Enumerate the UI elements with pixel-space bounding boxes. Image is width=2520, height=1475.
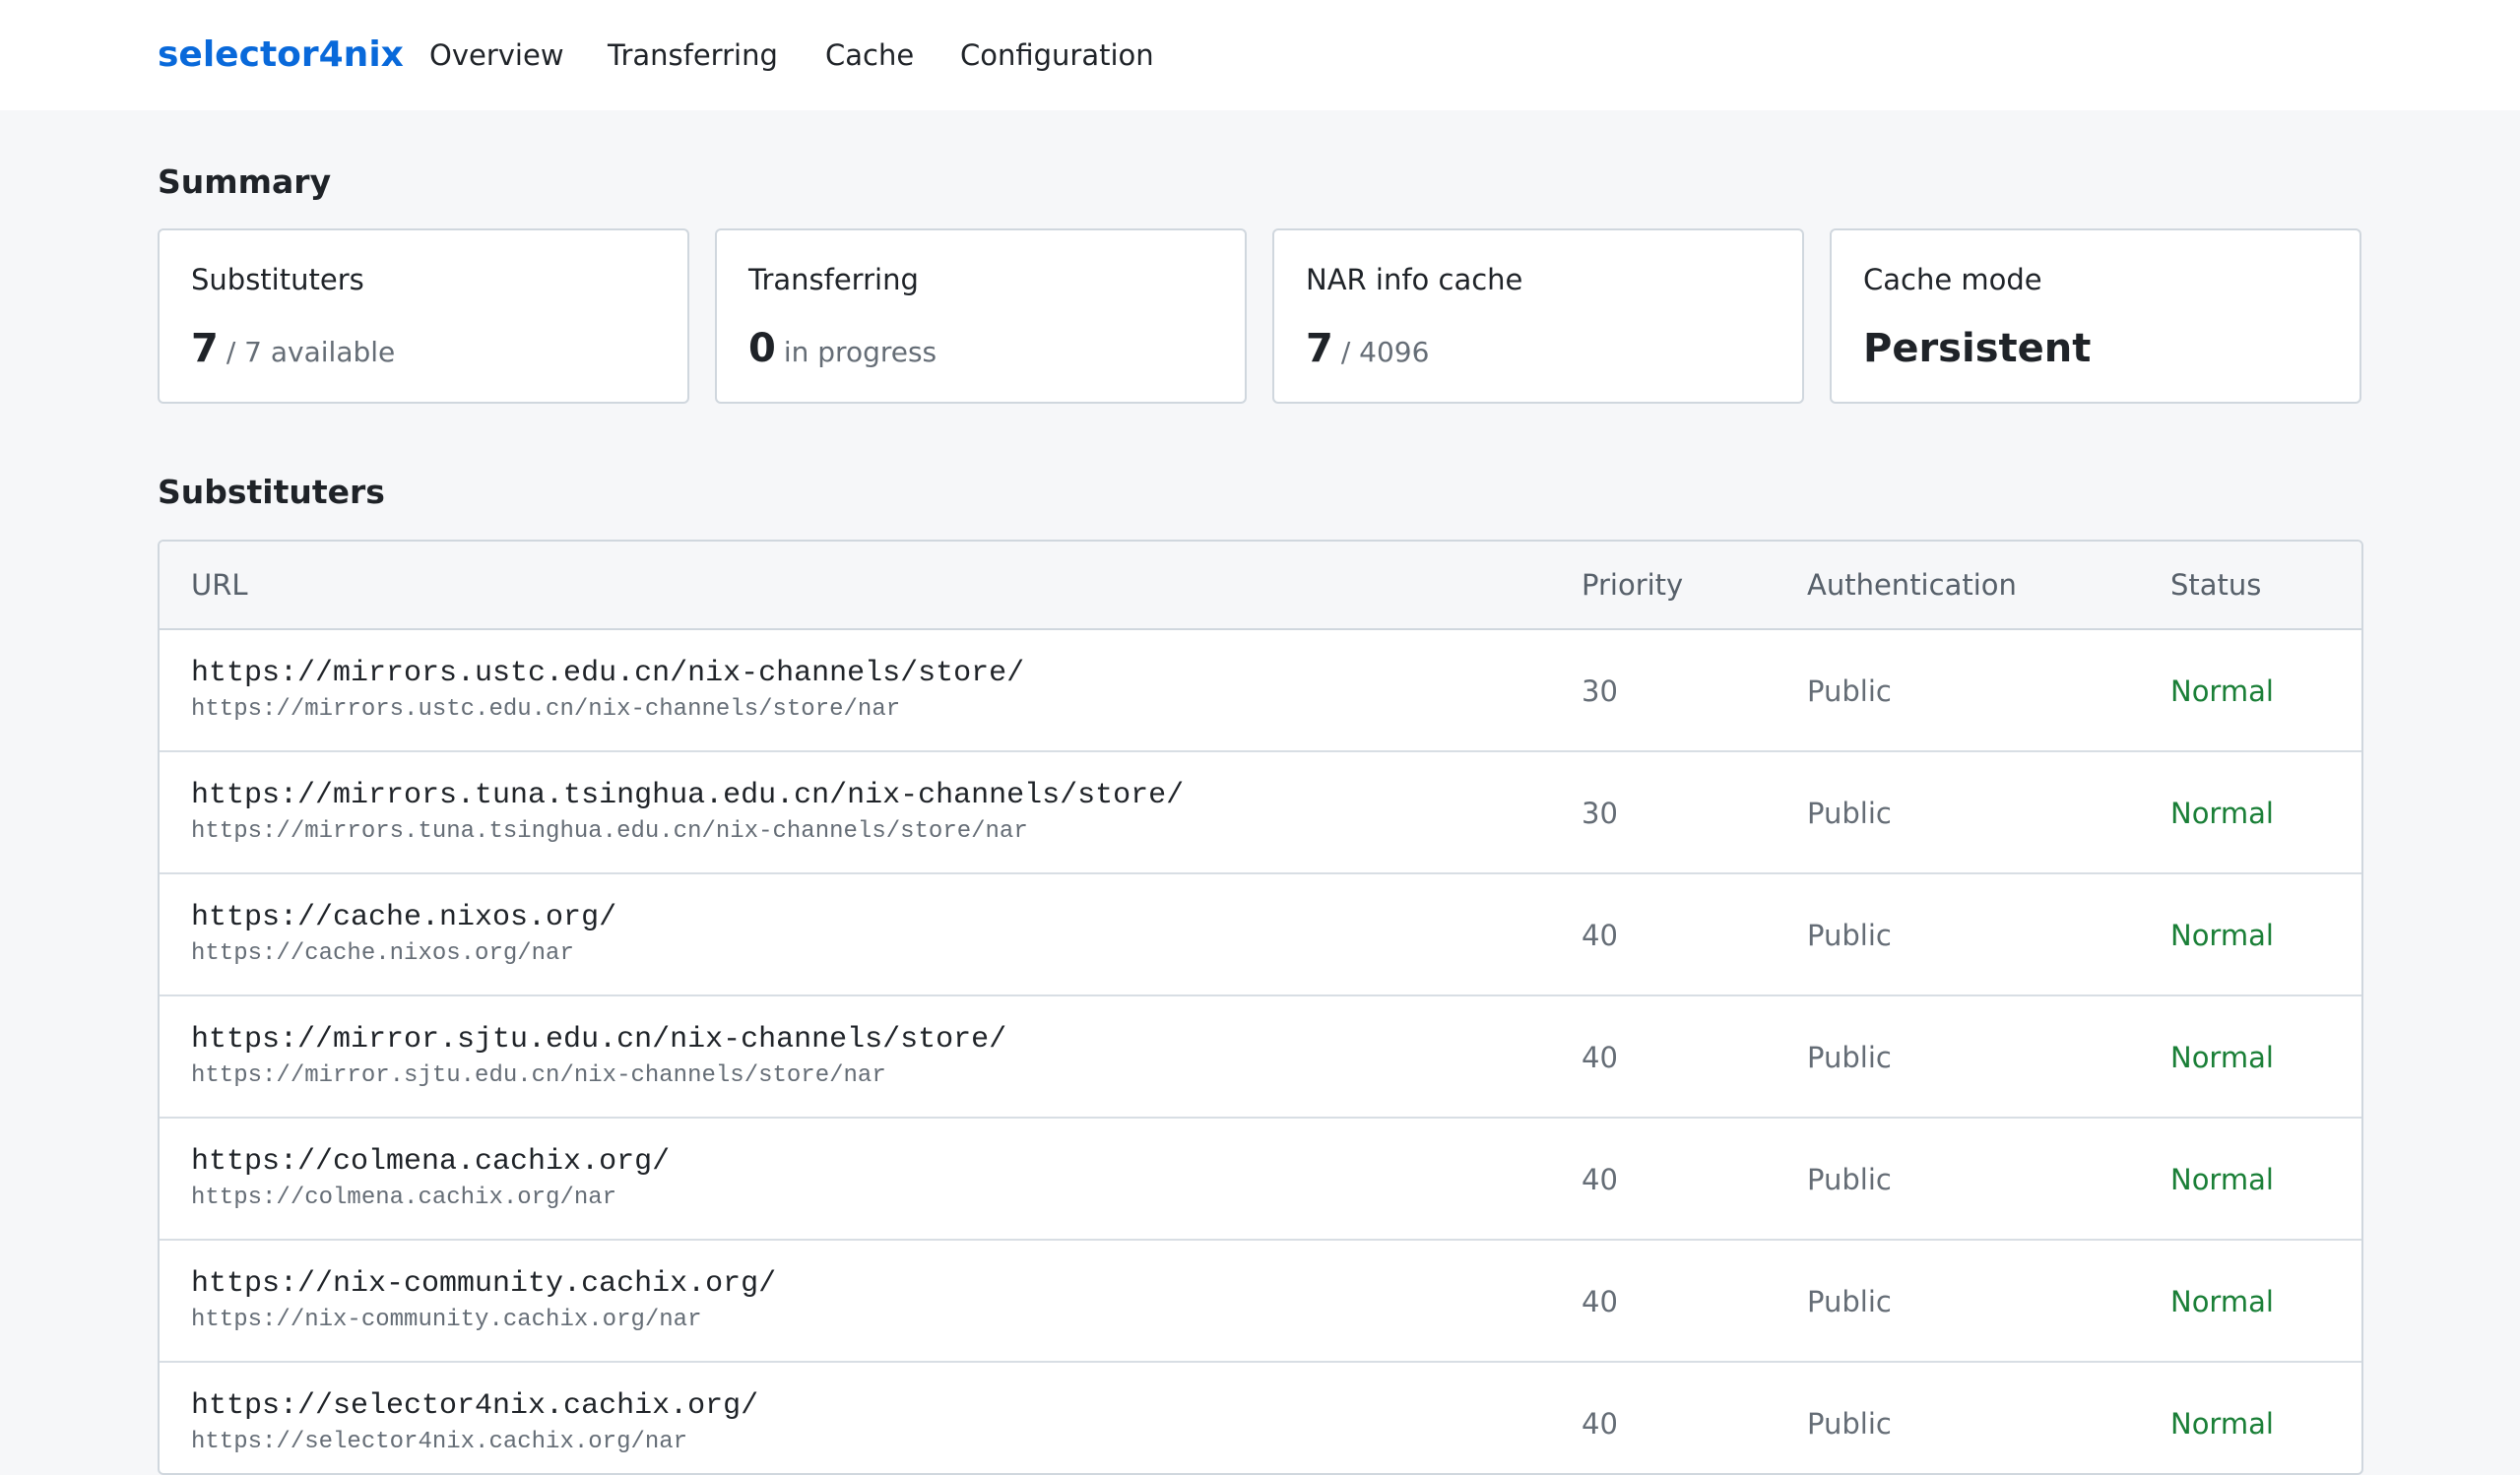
nav-configuration[interactable]: Configuration	[960, 33, 1154, 77]
table-row: https://mirrors.tuna.tsinghua.edu.cn/nix…	[160, 752, 2361, 874]
substituter-priority: 40	[1582, 1041, 1618, 1074]
substituter-nar-url: https://selector4nix.cachix.org/nar	[191, 1429, 688, 1455]
brand-link[interactable]: selector4nix	[158, 32, 404, 79]
card-detail: / 7 available	[226, 336, 396, 368]
card-value: 7/ 7 available	[191, 321, 395, 376]
column-header-authentication: Authentication	[1807, 568, 2017, 602]
table-row: https://colmena.cachix.org/ https://colm…	[160, 1119, 2361, 1241]
column-header-url: URL	[191, 568, 248, 602]
substituter-nar-url: https://nix-community.cachix.org/nar	[191, 1307, 702, 1333]
substituter-auth: Public	[1807, 674, 1892, 708]
card-number: 0	[748, 326, 776, 371]
table-row: https://mirror.sjtu.edu.cn/nix-channels/…	[160, 996, 2361, 1119]
substituter-url: https://nix-community.cachix.org/	[191, 1267, 777, 1301]
substituter-url: https://mirrors.ustc.edu.cn/nix-channels…	[191, 657, 1025, 690]
status-badge: Normal	[2170, 1407, 2274, 1441]
status-badge: Normal	[2170, 1041, 2274, 1074]
column-header-priority: Priority	[1582, 568, 1684, 602]
summary-title: Summary	[158, 162, 332, 201]
substituter-nar-url: https://cache.nixos.org/nar	[191, 940, 574, 967]
card-number: 7	[191, 326, 219, 371]
summary-card-transferring: Transferring 0 in progress	[715, 228, 1247, 404]
table-header: URL Priority Authentication Status	[160, 542, 2361, 630]
status-badge: Normal	[2170, 919, 2274, 952]
card-label: NAR info cache	[1306, 263, 1523, 296]
table-row: https://mirrors.ustc.edu.cn/nix-channels…	[160, 630, 2361, 752]
substituter-priority: 40	[1582, 1285, 1618, 1318]
substituter-auth: Public	[1807, 1407, 1892, 1441]
card-detail: / 4096	[1340, 336, 1430, 368]
substituter-url: https://selector4nix.cachix.org/	[191, 1389, 759, 1423]
summary-card-cache-mode: Cache mode Persistent	[1830, 228, 2361, 404]
substituter-nar-url: https://mirrors.tuna.tsinghua.edu.cn/nix…	[191, 818, 1028, 845]
substituter-nar-url: https://mirror.sjtu.edu.cn/nix-channels/…	[191, 1062, 886, 1089]
card-number: 7	[1306, 326, 1333, 371]
card-value: Persistent	[1863, 321, 2091, 376]
top-navbar: selector4nix Overview Transferring Cache…	[0, 0, 2520, 110]
substituter-priority: 30	[1582, 797, 1618, 830]
substituters-title: Substituters	[158, 473, 385, 511]
substituter-auth: Public	[1807, 797, 1892, 830]
status-badge: Normal	[2170, 674, 2274, 708]
substituter-auth: Public	[1807, 1041, 1892, 1074]
column-header-status: Status	[2170, 568, 2262, 602]
substituter-auth: Public	[1807, 1285, 1892, 1318]
status-badge: Normal	[2170, 1163, 2274, 1196]
status-badge: Normal	[2170, 1285, 2274, 1318]
summary-card-substituters: Substituters 7/ 7 available	[158, 228, 689, 404]
card-value: 0 in progress	[748, 321, 937, 376]
table-row: https://nix-community.cachix.org/ https:…	[160, 1241, 2361, 1363]
card-detail: in progress	[783, 336, 937, 368]
substituter-auth: Public	[1807, 919, 1892, 952]
substituter-priority: 30	[1582, 674, 1618, 708]
card-label: Substituters	[191, 263, 364, 296]
substituter-priority: 40	[1582, 919, 1618, 952]
substituter-url: https://mirrors.tuna.tsinghua.edu.cn/nix…	[191, 779, 1185, 812]
nav-overview[interactable]: Overview	[429, 33, 564, 77]
summary-card-nar-info-cache: NAR info cache 7/ 4096	[1272, 228, 1804, 404]
substituter-nar-url: https://mirrors.ustc.edu.cn/nix-channels…	[191, 696, 901, 723]
substituters-table: URL Priority Authentication Status https…	[158, 540, 2363, 1475]
substituter-url: https://cache.nixos.org/	[191, 901, 617, 934]
nav-cache[interactable]: Cache	[825, 33, 914, 77]
substituter-nar-url: https://colmena.cachix.org/nar	[191, 1185, 617, 1211]
table-row: https://cache.nixos.org/ https://cache.n…	[160, 874, 2361, 996]
substituter-priority: 40	[1582, 1407, 1618, 1441]
card-label: Cache mode	[1863, 263, 2042, 296]
table-row: https://selector4nix.cachix.org/ https:/…	[160, 1363, 2361, 1473]
card-number: Persistent	[1863, 326, 2092, 371]
card-label: Transferring	[748, 263, 919, 296]
substituter-url: https://colmena.cachix.org/	[191, 1145, 671, 1179]
status-badge: Normal	[2170, 797, 2274, 830]
nav-transferring[interactable]: Transferring	[608, 33, 778, 77]
card-value: 7/ 4096	[1306, 321, 1429, 376]
substituter-url: https://mirror.sjtu.edu.cn/nix-channels/…	[191, 1023, 1007, 1057]
substituter-auth: Public	[1807, 1163, 1892, 1196]
substituter-priority: 40	[1582, 1163, 1618, 1196]
